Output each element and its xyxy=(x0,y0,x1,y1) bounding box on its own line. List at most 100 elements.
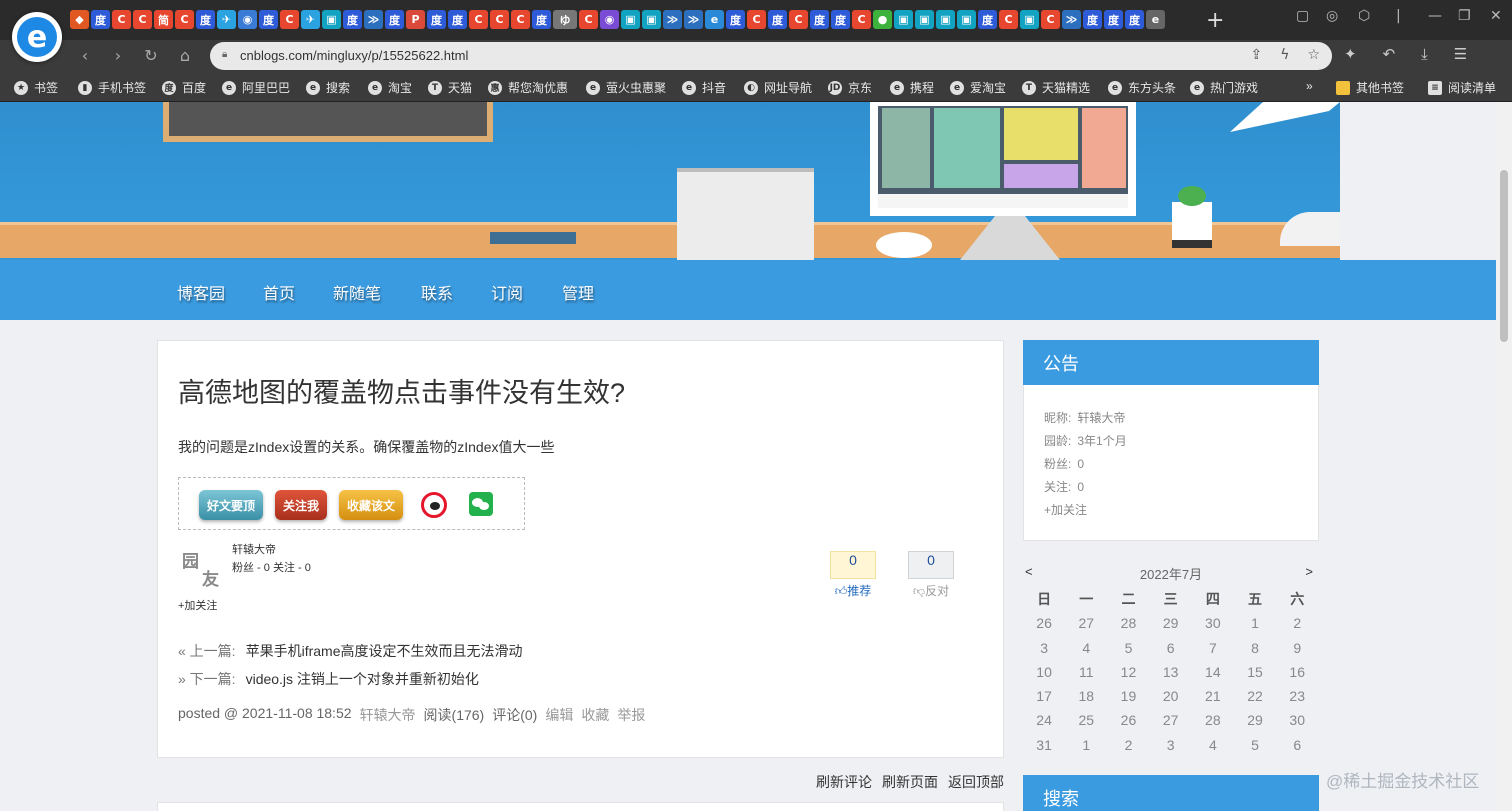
browser-tab[interactable]: 度 xyxy=(831,10,850,29)
browser-tab[interactable]: ≫ xyxy=(663,10,682,29)
calendar-day[interactable]: 4 xyxy=(1065,636,1107,660)
calendar-day[interactable]: 21 xyxy=(1192,684,1234,708)
bookmarks-more-button[interactable]: » xyxy=(1306,79,1313,93)
calendar-day[interactable]: 3 xyxy=(1150,733,1192,757)
calendar-day[interactable]: 8 xyxy=(1234,636,1276,660)
calendar-day[interactable]: 1 xyxy=(1065,733,1107,757)
bookmark-item[interactable]: e 萤火虫惠聚 xyxy=(586,79,666,96)
page-scrollbar[interactable] xyxy=(1496,102,1512,811)
bookmark-item[interactable]: ◐ 网址导航 xyxy=(744,79,812,96)
calendar-day[interactable]: 29 xyxy=(1150,611,1192,635)
bookmark-item[interactable]: 惠帮您淘优惠 xyxy=(488,79,568,96)
share-icon[interactable]: ⇪ xyxy=(1250,47,1262,63)
bury-button[interactable]: 0 👎︎反对 xyxy=(908,551,954,601)
menu-icon[interactable]: ☰ xyxy=(1454,45,1467,63)
calendar-day[interactable]: 28 xyxy=(1107,611,1149,635)
nav-blog-home[interactable]: 博客园 xyxy=(177,280,225,304)
calendar-day[interactable]: 17 xyxy=(1023,684,1065,708)
next-post-link[interactable]: video.js 注销上一个对象并重新初始化 xyxy=(246,671,479,687)
browser-tab[interactable]: C xyxy=(789,10,808,29)
calendar-day[interactable]: 24 xyxy=(1023,708,1065,732)
calendar-day[interactable]: 15 xyxy=(1234,660,1276,684)
calendar-day[interactable]: 5 xyxy=(1107,636,1149,660)
browser-tab[interactable]: ▣ xyxy=(894,10,913,29)
browser-tab[interactable]: ≫ xyxy=(364,10,383,29)
workspace-icon[interactable]: ▢ xyxy=(1296,8,1309,24)
browser-tab[interactable]: C xyxy=(175,10,194,29)
calendar-day[interactable]: 6 xyxy=(1276,733,1318,757)
bookmark-item[interactable]: e 东方头条 xyxy=(1108,79,1176,96)
calendar-day[interactable]: 30 xyxy=(1192,611,1234,635)
calendar-day[interactable]: 2 xyxy=(1107,733,1149,757)
browser-tab[interactable]: 度 xyxy=(1104,10,1123,29)
browser-tab[interactable]: C xyxy=(469,10,488,29)
bookmark-item[interactable]: e 携程 xyxy=(890,79,934,96)
browser-tab[interactable]: C xyxy=(133,10,152,29)
calendar-day[interactable]: 5 xyxy=(1234,733,1276,757)
extensions-icon[interactable]: ⬡ xyxy=(1358,8,1370,24)
collect-link[interactable]: 收藏 xyxy=(581,705,609,725)
calendar-day[interactable]: 26 xyxy=(1023,611,1065,635)
notice-fans-link[interactable]: 0 xyxy=(1077,457,1084,471)
wechat-icon[interactable] xyxy=(469,492,493,516)
bookmark-item[interactable]: T 天猫精选 xyxy=(1022,79,1090,96)
browser-tab[interactable]: ▣ xyxy=(621,10,640,29)
bookmark-item[interactable]: e 热门游戏 xyxy=(1190,79,1258,96)
browser-tab[interactable]: 度 xyxy=(91,10,110,29)
calendar-next-button[interactable]: > xyxy=(1305,564,1313,579)
browser-tab[interactable]: C xyxy=(852,10,871,29)
bookmark-item[interactable]: e 爱淘宝 xyxy=(950,79,1006,96)
favorite-button[interactable]: 收藏该文 xyxy=(339,490,403,520)
author-follow-link[interactable]: +加关注 xyxy=(178,597,217,613)
browser-logo-icon[interactable]: e xyxy=(12,12,62,62)
browser-tab[interactable]: 度 xyxy=(1125,10,1144,29)
bookmark-item[interactable]: e 阿里巴巴 xyxy=(222,79,290,96)
refresh-comments-link[interactable]: 刷新评论 xyxy=(816,772,872,792)
calendar-day[interactable]: 6 xyxy=(1150,636,1192,660)
browser-tab[interactable]: 度 xyxy=(726,10,745,29)
browser-tab[interactable]: 度 xyxy=(532,10,551,29)
calendar-day[interactable]: 10 xyxy=(1023,660,1065,684)
browser-tab[interactable]: ◉ xyxy=(600,10,619,29)
browser-tab[interactable]: ▣ xyxy=(936,10,955,29)
calendar-day[interactable]: 14 xyxy=(1192,660,1234,684)
home-icon[interactable]: ⌂ xyxy=(174,45,196,67)
calendar-day[interactable]: 7 xyxy=(1192,636,1234,660)
notice-following-link[interactable]: 0 xyxy=(1077,480,1084,494)
browser-tab[interactable]: ▣ xyxy=(322,10,341,29)
reading-list[interactable]: ≡ 阅读清单 xyxy=(1428,79,1496,96)
calendar-day[interactable]: 28 xyxy=(1192,708,1234,732)
calendar-day[interactable]: 27 xyxy=(1150,708,1192,732)
browser-tab[interactable]: ゆ xyxy=(553,10,577,29)
calendar-day[interactable]: 13 xyxy=(1150,660,1192,684)
post-title[interactable]: 高德地图的覆盖物点击事件没有生效? xyxy=(178,371,625,410)
browser-tab[interactable]: 度 xyxy=(810,10,829,29)
calendar-day[interactable]: 26 xyxy=(1107,708,1149,732)
browser-tab[interactable]: C xyxy=(490,10,509,29)
bookmark-item[interactable]: T 天猫 xyxy=(428,79,472,96)
digg-button[interactable]: 0 👍︎推荐 xyxy=(830,551,876,601)
calendar-day[interactable]: 9 xyxy=(1276,636,1318,660)
browser-tab[interactable]: C xyxy=(579,10,598,29)
other-bookmarks[interactable]: 其他书签 xyxy=(1336,79,1404,96)
bookmark-item[interactable]: JD 京东 xyxy=(828,79,872,96)
browser-tab[interactable]: ● xyxy=(873,10,892,29)
restore-button[interactable]: ❐ xyxy=(1458,8,1471,24)
close-window-button[interactable]: ✕ xyxy=(1490,8,1502,24)
browser-tab[interactable]: ◉ xyxy=(238,10,257,29)
calendar-day[interactable]: 31 xyxy=(1023,733,1065,757)
calendar-day[interactable]: 18 xyxy=(1065,684,1107,708)
browser-tab[interactable]: P xyxy=(406,10,425,29)
calendar-day[interactable]: 4 xyxy=(1192,733,1234,757)
calendar-day[interactable]: 3 xyxy=(1023,636,1065,660)
undo-icon[interactable]: ↶ xyxy=(1383,45,1396,63)
browser-tab[interactable]: C xyxy=(999,10,1018,29)
author-avatar[interactable]: 园 友 xyxy=(180,545,224,590)
nav-manage[interactable]: 管理 xyxy=(562,280,594,304)
browser-tab[interactable]: 度 xyxy=(768,10,787,29)
browser-tab[interactable]: 度 xyxy=(1083,10,1102,29)
follow-me-button[interactable]: 关注我 xyxy=(275,490,327,520)
bookmark-item[interactable]: e 抖音 xyxy=(682,79,726,96)
forward-icon[interactable]: › xyxy=(107,45,129,67)
browser-tab[interactable]: 度 xyxy=(385,10,404,29)
